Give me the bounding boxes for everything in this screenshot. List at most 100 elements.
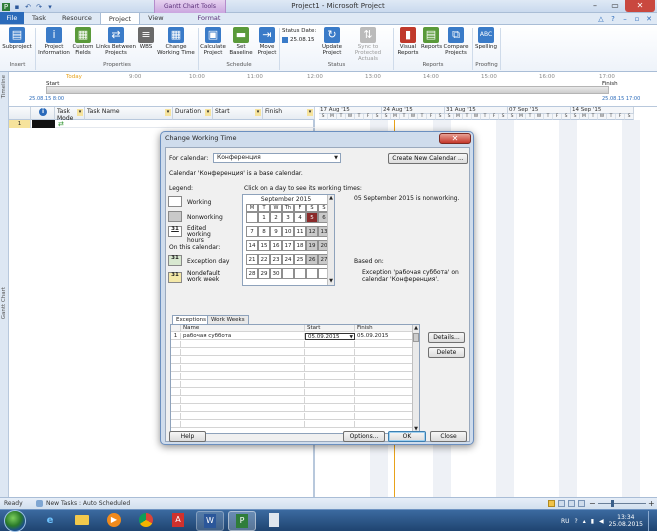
calendar-day[interactable]: 28 (246, 268, 258, 279)
chevron-down-icon[interactable]: ▼ (350, 334, 353, 339)
empty-cell[interactable] (305, 341, 355, 348)
empty-cell[interactable] (305, 349, 355, 356)
empty-cell[interactable] (171, 365, 181, 372)
duration-column-header[interactable]: Duration ▾ (173, 107, 213, 120)
ok-button[interactable]: OK (388, 431, 426, 442)
calendar-day[interactable]: 17 (282, 240, 294, 251)
project-information-button[interactable]: i Project Information (38, 27, 70, 56)
empty-cell[interactable] (305, 365, 355, 372)
calendar-day[interactable]: 12 (306, 226, 318, 237)
empty-cell[interactable] (355, 381, 413, 388)
resource-sheet-view-icon[interactable] (578, 500, 585, 507)
options-button[interactable]: Options... (343, 431, 385, 442)
filter-dropdown-icon[interactable]: ▾ (307, 109, 313, 116)
calendar-day[interactable]: 11 (294, 226, 306, 237)
reports-button[interactable]: ▤ Reports (421, 27, 442, 50)
maximize-button[interactable]: ▭ (605, 0, 625, 12)
calendar-day[interactable]: 5 (306, 212, 318, 223)
dialog-close-button[interactable]: ✕ (439, 133, 471, 144)
help-button[interactable]: Help (169, 431, 206, 442)
tab-task[interactable]: Task (24, 12, 54, 24)
empty-cell[interactable] (181, 341, 305, 348)
tab-file[interactable]: File (0, 12, 24, 24)
exception-start-cell[interactable]: 05.09.2015 ▼ (305, 333, 355, 340)
empty-cell[interactable] (171, 381, 181, 388)
language-indicator[interactable]: RU (561, 518, 570, 525)
empty-cell[interactable] (305, 381, 355, 388)
details-button[interactable]: Details... (428, 332, 465, 343)
exception-finish-cell[interactable]: 05.09.2015 (355, 333, 413, 340)
change-working-time-button[interactable]: ▦ Change Working Time (157, 27, 195, 56)
empty-cell[interactable] (355, 349, 413, 356)
indicator-cell[interactable] (32, 120, 55, 128)
empty-cell[interactable] (181, 421, 305, 428)
compare-projects-button[interactable]: ⧉ Compare Projects (442, 27, 470, 56)
explorer-icon[interactable] (68, 511, 96, 531)
empty-cell[interactable] (171, 405, 181, 412)
project-taskbar-icon[interactable]: P (228, 511, 256, 531)
show-hidden-icons-icon[interactable]: ▴ (583, 518, 586, 525)
calculator-icon[interactable] (260, 511, 288, 531)
empty-cell[interactable] (355, 365, 413, 372)
zoom-slider[interactable] (598, 503, 646, 504)
calendar-day[interactable]: 30 (270, 268, 282, 279)
delete-button[interactable]: Delete (428, 347, 465, 358)
minimize-button[interactable]: – (585, 0, 605, 12)
update-project-button[interactable]: ↻ Update Project (318, 27, 346, 56)
word-icon[interactable]: W (196, 511, 224, 531)
calendar-day[interactable]: 2 (270, 212, 282, 223)
calendar-day[interactable]: 4 (294, 212, 306, 223)
empty-cell[interactable] (305, 405, 355, 412)
task-mode-icon[interactable]: ⇄ (58, 120, 64, 128)
undo-icon[interactable]: ↶ (24, 3, 32, 11)
tab-resource[interactable]: Resource (54, 12, 100, 24)
calendar-day[interactable]: 9 (270, 226, 282, 237)
media-player-icon[interactable]: ▶ (100, 511, 128, 531)
save-icon[interactable]: ▪ (13, 3, 21, 11)
start-column-header[interactable]: Start ▾ (213, 107, 263, 120)
empty-cell[interactable] (171, 357, 181, 364)
exceptions-table[interactable]: Name Start Finish 1 рабочая суббота 05.09.201… (170, 324, 420, 434)
calendar-day[interactable]: 21 (246, 254, 258, 265)
empty-cell[interactable] (181, 373, 305, 380)
exception-name-cell[interactable]: рабочая суббота (181, 333, 305, 340)
empty-cell[interactable] (171, 373, 181, 380)
filter-dropdown-icon[interactable]: ▾ (165, 109, 171, 116)
task-name-column-header[interactable]: Task Name ▾ (85, 107, 173, 120)
network-icon[interactable]: ▮ (591, 518, 594, 525)
zoom-slider-thumb[interactable] (611, 500, 614, 507)
calendar-day[interactable]: 14 (246, 240, 258, 251)
select-all-corner[interactable] (9, 107, 31, 120)
spelling-button[interactable]: ABC Spelling (474, 27, 498, 50)
qat-dropdown-icon[interactable]: ▾ (46, 3, 54, 11)
table-row[interactable]: 1 ⇄ (9, 120, 315, 128)
custom-fields-button[interactable]: ▦ Custom Fields (71, 27, 95, 56)
redo-icon[interactable]: ↷ (35, 3, 43, 11)
empty-cell[interactable] (171, 389, 181, 396)
calendar-day[interactable]: 29 (258, 268, 270, 279)
tab-view[interactable]: View (140, 12, 171, 24)
empty-cell[interactable] (355, 357, 413, 364)
calendar-day[interactable]: 25 (294, 254, 306, 265)
tab-work-weeks[interactable]: Work Weeks (207, 315, 249, 324)
empty-cell[interactable] (355, 341, 413, 348)
empty-cell[interactable] (305, 413, 355, 420)
timeline[interactable]: Today 9:00 10:00 11:00 12:00 13:00 14:00… (9, 72, 657, 107)
minimize-ribbon-icon[interactable]: △ (597, 15, 605, 23)
exceptions-scrollbar[interactable]: ▲ ▼ (412, 325, 419, 433)
filter-dropdown-icon[interactable]: ▾ (77, 109, 83, 116)
calculate-project-button[interactable]: ▣ Calculate Project (200, 27, 226, 56)
calendar-day[interactable]: 1 (258, 212, 270, 223)
indicator-column-header[interactable]: i (31, 107, 55, 120)
tab-format[interactable]: Format (190, 12, 229, 24)
chrome-icon[interactable] (132, 511, 160, 531)
empty-cell[interactable] (171, 397, 181, 404)
close-button[interactable]: Close (430, 431, 467, 442)
empty-cell[interactable] (355, 389, 413, 396)
empty-cell[interactable] (355, 421, 413, 428)
month-calendar[interactable]: September 2015 M T W Th F S S 1 2 3 4 5 6 7 8 9 10 11 12 13… (242, 194, 335, 286)
start-button[interactable] (4, 510, 26, 532)
calendar-day[interactable]: 10 (282, 226, 294, 237)
calendar-day[interactable]: 24 (282, 254, 294, 265)
calendar-day[interactable]: 19 (306, 240, 318, 251)
